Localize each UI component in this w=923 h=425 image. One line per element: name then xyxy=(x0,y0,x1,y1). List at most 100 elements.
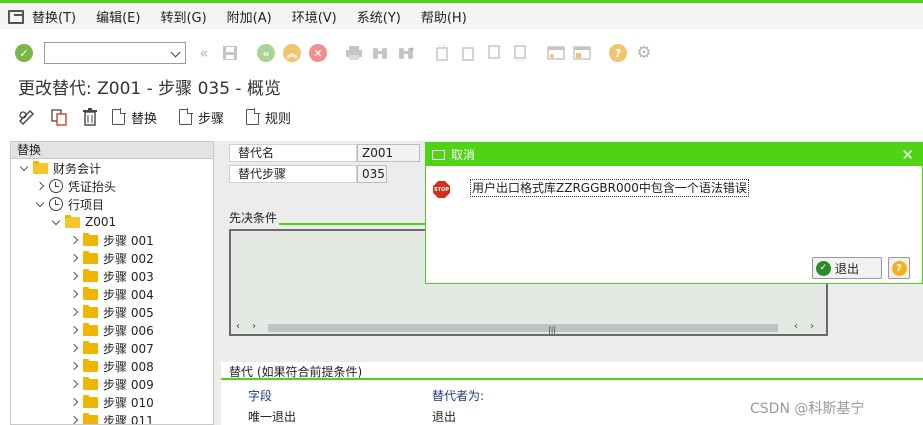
subst-step-field[interactable]: 035 xyxy=(357,165,387,183)
tree-node-root[interactable]: 财务会计 xyxy=(11,159,213,177)
dialog-help-button[interactable]: ? xyxy=(888,257,910,279)
rule-button[interactable]: 规则 xyxy=(246,108,291,127)
copy-icon[interactable] xyxy=(50,108,68,126)
chevron-right-icon[interactable] xyxy=(69,253,79,263)
folder-icon xyxy=(83,268,98,282)
enter-icon[interactable]: ✓ xyxy=(14,43,34,63)
create-session-icon[interactable] xyxy=(546,43,566,63)
folder-icon xyxy=(83,340,98,354)
tree-step-row[interactable]: 步骤 004 xyxy=(11,285,213,303)
chevron-right-icon[interactable] xyxy=(69,415,79,424)
menu-goto[interactable]: 转到(G) xyxy=(160,7,206,26)
scroll-right-end-icon[interactable]: › xyxy=(810,321,814,332)
watermark: CSDN @科斯基宁 xyxy=(750,401,865,417)
help-icon[interactable]: ? xyxy=(608,43,628,63)
stop-icon: STOP xyxy=(433,181,450,198)
window-menu-icon[interactable] xyxy=(8,10,24,24)
tree-step-row[interactable]: 步骤 003 xyxy=(11,267,213,285)
settings-gear-icon[interactable]: ⚙ xyxy=(634,43,654,63)
save-icon[interactable] xyxy=(220,43,240,63)
tree-step-row[interactable]: 步骤 011 xyxy=(11,411,213,424)
clock-icon xyxy=(49,197,63,211)
tree-step-row[interactable]: 步骤 001 xyxy=(11,231,213,249)
tree-step-label: 步骤 002 xyxy=(103,251,154,266)
find-icon[interactable] xyxy=(370,43,390,63)
help-icon: ? xyxy=(891,260,907,276)
menu-extras[interactable]: 附加(A) xyxy=(227,7,272,26)
menu-environment[interactable]: 环境(V) xyxy=(292,7,337,26)
print-icon[interactable] xyxy=(344,43,364,63)
command-field[interactable] xyxy=(44,42,186,64)
previous-page-icon[interactable] xyxy=(458,43,478,63)
menu-help[interactable]: 帮助(H) xyxy=(421,7,467,26)
tree-scrollbar[interactable] xyxy=(213,141,221,425)
chevron-right-icon[interactable] xyxy=(69,289,79,299)
chevron-down-icon[interactable] xyxy=(19,162,29,171)
tree-step-row[interactable]: 步骤 009 xyxy=(11,375,213,393)
tree-step-row[interactable]: 步骤 002 xyxy=(11,249,213,267)
first-page-icon[interactable] xyxy=(432,43,452,63)
substitution-tree: 替换 财务会计 凭证抬头 行项目 Z001 步骤 001 步骤 002 步骤 0… xyxy=(10,141,213,425)
back-double-icon[interactable]: « xyxy=(194,43,214,63)
folder-icon xyxy=(83,304,98,318)
chevron-down-icon[interactable] xyxy=(35,198,45,207)
display-change-icon[interactable] xyxy=(18,109,36,125)
find-next-icon[interactable]: + xyxy=(396,43,416,63)
back-icon[interactable]: « xyxy=(256,43,276,63)
svg-text:+: + xyxy=(409,45,415,53)
menu-system[interactable]: 系统(Y) xyxy=(357,7,401,26)
subst-step-label: 替代步骤 xyxy=(229,165,357,183)
scroll-right-icon[interactable]: › xyxy=(252,321,256,332)
chevron-down-icon[interactable] xyxy=(51,216,61,225)
folder-icon xyxy=(83,286,98,300)
tree-step-label: 步骤 001 xyxy=(103,233,154,248)
tree-step-label: 步骤 010 xyxy=(103,395,154,410)
document-icon xyxy=(179,108,194,125)
folder-icon xyxy=(83,322,98,336)
cancel-icon[interactable]: ✕ xyxy=(308,43,328,63)
tree-step-row[interactable]: 步骤 010 xyxy=(11,393,213,411)
folder-icon xyxy=(83,232,98,246)
exit-button[interactable]: ✓ 退出 xyxy=(812,257,882,279)
shortcut-icon[interactable] xyxy=(572,43,592,63)
tree-node-item[interactable]: 行项目 xyxy=(11,195,213,213)
chevron-right-icon[interactable] xyxy=(69,325,79,335)
chevron-right-icon[interactable] xyxy=(69,307,79,317)
close-icon[interactable]: ✕ xyxy=(901,146,914,164)
last-page-icon[interactable] xyxy=(510,43,530,63)
chevron-right-icon[interactable] xyxy=(69,379,79,389)
row-field-value: 唯一退出 xyxy=(248,410,297,424)
document-icon xyxy=(246,108,261,125)
menu-edit[interactable]: 编辑(E) xyxy=(96,7,140,26)
scroll-left-icon[interactable]: ‹ xyxy=(236,321,240,332)
menu-replace[interactable]: 替换(T) xyxy=(32,7,76,26)
page-title: 更改替代: Z001 - 步骤 035 - 概览 xyxy=(18,79,281,99)
chevron-right-icon[interactable] xyxy=(69,235,79,245)
exit-icon[interactable]: ︽ xyxy=(282,43,302,63)
subst-name-field[interactable]: Z001 xyxy=(357,144,420,162)
chevron-right-icon[interactable] xyxy=(69,343,79,353)
tree-node-header[interactable]: 凭证抬头 xyxy=(11,177,213,195)
replace-button[interactable]: 替换 xyxy=(112,108,157,127)
tree-node-label: 凭证抬头 xyxy=(68,179,117,194)
chevron-right-icon[interactable] xyxy=(69,361,79,371)
tree-step-row[interactable]: 步骤 005 xyxy=(11,303,213,321)
tree-step-label: 步骤 005 xyxy=(103,305,154,320)
replace-button-label: 替换 xyxy=(131,111,158,127)
scroll-left-end-icon[interactable]: ‹ xyxy=(794,321,798,332)
step-button[interactable]: 步骤 xyxy=(179,108,224,127)
tree-step-row[interactable]: 步骤 006 xyxy=(11,321,213,339)
tree-step-label: 步骤 004 xyxy=(103,287,154,302)
delete-icon[interactable] xyxy=(82,108,98,126)
precondition-hscrollbar[interactable]: ‹ › ||| ‹ › xyxy=(236,321,821,334)
next-page-icon[interactable] xyxy=(484,43,504,63)
tree-step-label: 步骤 008 xyxy=(103,359,154,374)
tree-step-row[interactable]: 步骤 008 xyxy=(11,357,213,375)
tree-node-z001[interactable]: Z001 xyxy=(11,213,213,231)
scroll-thumb[interactable]: ||| xyxy=(268,324,778,334)
folder-icon xyxy=(83,358,98,372)
tree-step-row[interactable]: 步骤 007 xyxy=(11,339,213,357)
chevron-right-icon[interactable] xyxy=(69,271,79,281)
chevron-right-icon[interactable] xyxy=(35,181,45,191)
chevron-right-icon[interactable] xyxy=(69,397,79,407)
